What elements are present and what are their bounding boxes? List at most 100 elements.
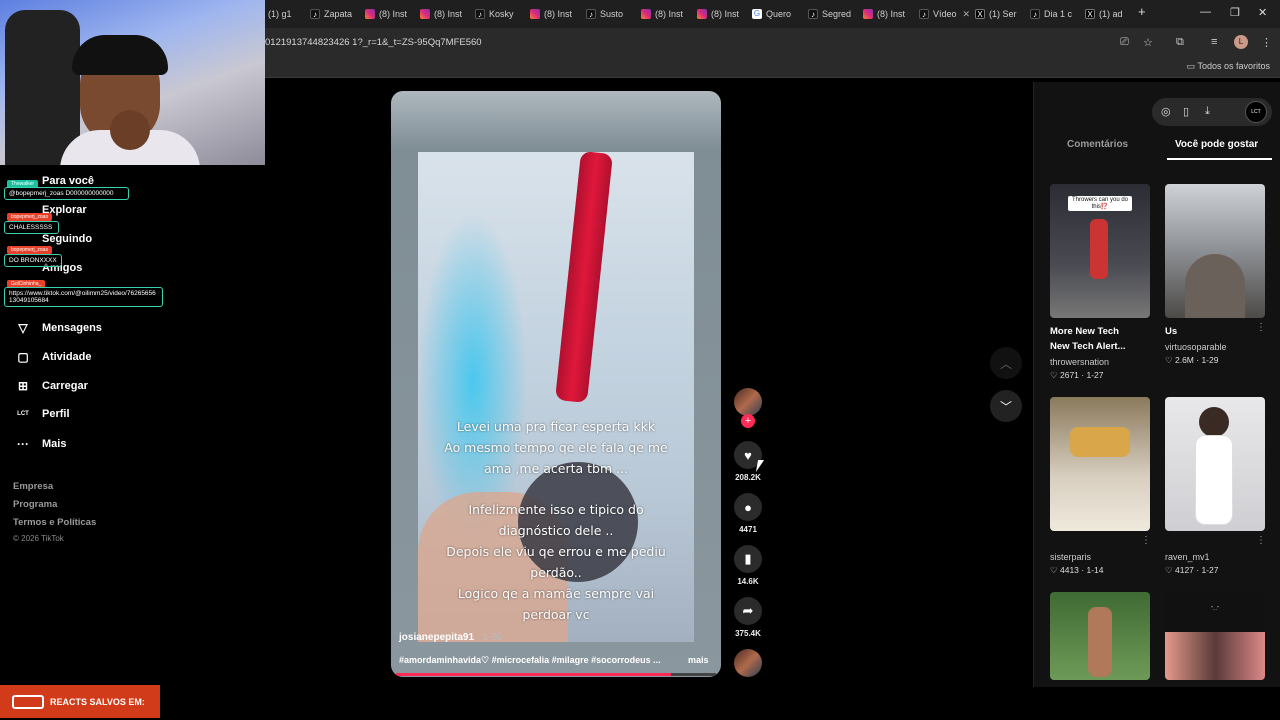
sidebar-item-label: Atividade [42, 351, 92, 363]
author-avatar-button[interactable]: + [732, 388, 764, 428]
caption-line: Infelizmente isso e tipico do [468, 502, 644, 517]
suggestion-thumbnail[interactable] [1050, 397, 1150, 531]
tab-label: (8) Inst [877, 9, 906, 19]
star-icon[interactable]: ☆ [1143, 36, 1153, 49]
browser-tab[interactable]: (8) Inst [641, 4, 691, 24]
browser-tab[interactable]: (8) Inst [420, 4, 470, 24]
suggestion-thumbnail[interactable] [1050, 592, 1150, 680]
browser-tab[interactable]: ♪ Zapata [310, 4, 360, 24]
more-button[interactable]: mais [688, 655, 709, 665]
chat-message: DO BRONXXXX [4, 254, 62, 267]
suggestion-thumbnail[interactable] [1165, 397, 1265, 531]
suggestion-user[interactable]: virtuosoparable [1165, 342, 1227, 352]
tab-comentarios[interactable]: Comentários [1067, 139, 1128, 150]
all-bookmarks[interactable]: ▭ Todos os favoritos [1187, 61, 1270, 72]
suggestion-user[interactable]: sisterparis [1050, 552, 1091, 562]
browser-tab[interactable]: (8) Inst [697, 4, 747, 24]
date: 1-29 [1201, 355, 1219, 365]
download-icon[interactable]: ⤓ [1205, 105, 1210, 118]
autoscroll-icon[interactable]: ◎ [1161, 105, 1171, 118]
suggestion-thumbnail[interactable]: "..." [1165, 592, 1265, 680]
profile-avatar-icon[interactable]: LCT [1245, 101, 1267, 123]
close-window-icon[interactable]: ✕ [1258, 6, 1267, 19]
browser-tab[interactable]: ♪ Susto [586, 4, 636, 24]
tab-label: Quero [766, 9, 792, 19]
sidebar-item-perfil[interactable]: LCT Perfil [16, 408, 69, 420]
likes: 4127 [1174, 565, 1194, 575]
footer-link-empresa[interactable]: Empresa [13, 481, 53, 492]
browser-tab[interactable]: (8) Inst [365, 4, 415, 24]
comment-button[interactable]: ● 4471 [732, 493, 764, 534]
follow-plus-icon[interactable]: + [741, 414, 755, 428]
next-author-avatar[interactable] [732, 649, 764, 677]
activity-icon: ▢ [17, 350, 29, 364]
video-hashtags[interactable]: #amordaminhavida♡ #microcefalia #milagre… [399, 655, 669, 666]
video-player[interactable]: Levei uma pra ficar esperta kkk Ao mesmo… [391, 91, 721, 677]
footer-link-termos[interactable]: Termos e Políticas [13, 517, 96, 528]
browser-tab[interactable]: G Quero [752, 4, 802, 24]
previous-video-button[interactable]: ︿ [990, 347, 1022, 379]
panel-toolbar: ◎ ▯ ⤓ LCT [1152, 98, 1272, 126]
suggestion-title[interactable]: Us [1165, 324, 1255, 339]
date: 1-14 [1086, 565, 1104, 575]
next-video-button[interactable]: ﹀ [990, 390, 1022, 422]
video-progress-bar[interactable] [396, 673, 716, 676]
restore-icon[interactable]: ❐ [1230, 6, 1240, 19]
more-options-icon[interactable]: ⋮ [1256, 322, 1266, 333]
browser-tab[interactable]: X (1) ad [1085, 4, 1130, 24]
tab-label: (1) ad [1099, 9, 1123, 19]
avatar [734, 649, 762, 677]
streamer-hand [110, 110, 150, 150]
date: 1-27 [1086, 370, 1104, 380]
tiktok-icon: ♪ [475, 9, 485, 19]
browser-tab[interactable]: (1) g1 [268, 4, 306, 24]
sidebar-item-atividade[interactable]: ▢ Atividade [16, 350, 92, 364]
footer-link-programa[interactable]: Programa [13, 499, 57, 510]
right-panel: ◎ ▯ ⤓ LCT Comentários Você pode gostar T… [1033, 82, 1280, 687]
bookmarks-label: Todos os favoritos [1197, 61, 1270, 71]
more-icon: ··· [17, 437, 29, 451]
tab-voce-pode-gostar[interactable]: Você pode gostar [1175, 139, 1258, 150]
cast-icon[interactable]: ⎚ [1120, 36, 1129, 49]
profile-avatar[interactable]: L [1234, 35, 1248, 49]
browser-tab[interactable]: X (1) Ser [975, 4, 1025, 24]
tab-label: (8) Inst [655, 9, 684, 19]
browser-tab[interactable]: ♪ Segred [808, 4, 858, 24]
caption-line: Ao mesmo tempo qe ele fala qe me [444, 440, 668, 455]
tab-label: (8) Inst [544, 9, 573, 19]
browser-tab[interactable]: (8) Inst [863, 4, 913, 24]
suggestion-title[interactable]: More New Tech New Tech Alert... [1050, 324, 1140, 354]
suggestion-thumbnail[interactable] [1165, 184, 1265, 318]
more-options-icon[interactable]: ⋮ [1256, 535, 1266, 546]
minimize-icon[interactable]: — [1200, 6, 1211, 18]
extensions-icon[interactable]: ⧉ [1176, 36, 1184, 49]
caption-line: Levei uma pra ficar esperta kkk [456, 419, 656, 434]
device-icon[interactable]: ▯ [1183, 105, 1189, 118]
suggestion-user[interactable]: throwersnation [1050, 357, 1109, 367]
url-field[interactable]: 0121913744823426 1?_r=1&_t=ZS-95Qq7MFE56… [265, 37, 482, 48]
more-options-icon[interactable]: ⋮ [1141, 535, 1151, 546]
sidebar-item-mensagens[interactable]: ▽ Mensagens [16, 321, 102, 335]
sidebar-item-seguindo[interactable]: Seguindo [16, 233, 92, 245]
share-button[interactable]: ➦ 375.4K [732, 597, 764, 638]
chat-username: bopepmerj_zoas [7, 246, 52, 254]
thumbnail-text: "..." [1211, 606, 1219, 612]
browser-tab-active[interactable]: ♪ Vídeo ✕ [919, 4, 969, 24]
new-tab-button[interactable]: + [1138, 4, 1146, 19]
suggestion-user[interactable]: raven_mv1 [1165, 552, 1210, 562]
save-button[interactable]: ▮ 14.6K [732, 545, 764, 586]
browser-tab[interactable]: (8) Inst [530, 4, 580, 24]
sidebar-item-carregar[interactable]: ⊞ Carregar [16, 379, 88, 393]
sidebar-item-mais[interactable]: ··· Mais [16, 437, 66, 451]
menu-icon[interactable]: ⋮ [1261, 36, 1272, 49]
media-icon[interactable]: ≡ [1211, 36, 1217, 48]
tab-label: (8) Inst [434, 9, 463, 19]
caption-line: perdão.. [530, 565, 582, 580]
suggestion-stats: ♡ 4413 · 1-14 [1050, 565, 1104, 575]
close-icon[interactable]: ✕ [963, 9, 969, 20]
browser-tab[interactable]: ♪ Dia 1 c [1030, 4, 1080, 24]
suggestion-thumbnail[interactable]: Throwers can you do this⁉️ [1050, 184, 1150, 318]
video-author[interactable]: josianepepita91 · 1-30 [399, 632, 503, 643]
browser-tab[interactable]: ♪ Kosky [475, 4, 525, 24]
folder-icon: ▭ [1186, 61, 1198, 71]
